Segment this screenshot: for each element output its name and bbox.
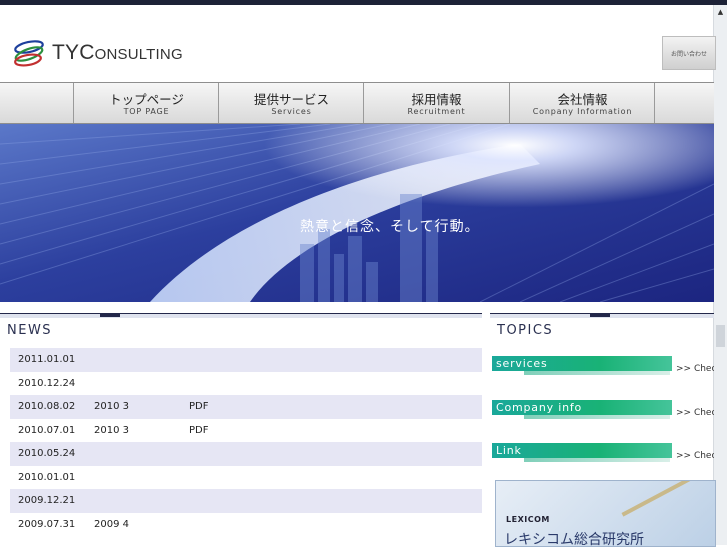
list-item[interactable]: 2010.12.24 — [10, 372, 482, 396]
news-date: 2010.07.01 — [18, 424, 76, 436]
topic-label: Link — [492, 443, 672, 458]
tyc-logo-icon — [14, 40, 44, 67]
topic-check-link[interactable]: >> Check — [676, 451, 714, 461]
news-text: 2009 4 — [94, 518, 129, 530]
topic-underline — [524, 415, 670, 419]
topic-underline — [524, 458, 670, 462]
nav-item-jp-label: 会社情報 — [557, 92, 608, 107]
hero-banner: 熱意と信念、そして行動。 — [0, 124, 714, 302]
nav-item-en-label: Recruitment — [407, 107, 466, 116]
nav-item-jp-label: 提供サービス — [253, 92, 329, 107]
list-item[interactable]: 2010.05.24 — [10, 442, 482, 466]
scrollbar-thumb[interactable] — [716, 325, 725, 347]
topic-check-link[interactable]: >> Check — [676, 364, 714, 374]
topic-underline — [524, 371, 670, 375]
news-date: 2009.07.31 — [18, 518, 76, 530]
banner-brand: LEXICOM — [506, 515, 550, 524]
list-item[interactable]: 2010.07.01 2010 3 PDF — [10, 419, 482, 443]
logo-text-rest: ONSULTING — [94, 46, 183, 63]
news-section-header: NEWS — [0, 313, 482, 345]
news-pdf-link[interactable]: PDF — [189, 401, 208, 412]
logo-text-main: TYC — [52, 41, 95, 64]
news-date: 2010.05.24 — [18, 448, 76, 460]
news-pdf-link[interactable]: PDF — [189, 425, 208, 436]
nav-item-services[interactable]: 提供サービス Services — [218, 83, 364, 123]
nav-item-en-label: Services — [271, 107, 312, 116]
topic-link[interactable]: Link >> Check — [492, 443, 714, 469]
nav-item-en-label: TOP PAGE — [123, 107, 170, 116]
news-date: 2011.01.01 — [18, 354, 76, 366]
list-item[interactable]: 2010.08.02 2010 3 PDF — [10, 395, 482, 419]
topics-section-header: TOPICS — [490, 313, 714, 345]
news-header-rule — [0, 313, 482, 318]
nav-item-company-info[interactable]: 会社情報 Conpany Information — [509, 83, 655, 123]
nav-item-jp-label: トップページ — [109, 92, 184, 107]
nav-item-top-page[interactable]: トップページ TOP PAGE — [73, 83, 219, 123]
news-list: 2011.01.01 2010.12.24 2010.08.02 2010 3 … — [10, 348, 482, 536]
logo-wordmark: TYCONSULTING — [52, 41, 183, 65]
site-logo[interactable]: TYCONSULTING — [12, 38, 183, 68]
news-title: NEWS — [7, 323, 53, 338]
nav-item-jp-label: 採用情報 — [411, 92, 462, 107]
pen-illustration — [621, 481, 715, 517]
hero-image — [0, 124, 714, 302]
banner-title: レキシコム総合研究所 — [504, 532, 644, 547]
contact-button[interactable]: お問い合わせ — [662, 36, 716, 70]
scroll-up-arrow-icon[interactable]: ▲ — [714, 5, 727, 18]
topic-services[interactable]: services >> Check — [492, 356, 714, 382]
hero-tagline: 熱意と信念、そして行動。 — [300, 219, 480, 235]
list-item[interactable]: 2010.01.01 — [10, 466, 482, 490]
list-item[interactable]: 2009.07.31 2009 4 — [10, 513, 482, 537]
news-date: 2010.12.24 — [18, 377, 76, 389]
list-item[interactable]: 2011.01.01 — [10, 348, 482, 372]
news-date: 2009.12.21 — [18, 495, 76, 507]
nav-item-en-label: Conpany Information — [532, 107, 633, 116]
topic-label: Company info — [492, 400, 672, 415]
topic-check-link[interactable]: >> Check — [676, 408, 714, 418]
lexicom-banner[interactable]: LEXICOM レキシコム総合研究所 — [495, 480, 716, 547]
nav-divider-end — [654, 83, 715, 123]
news-header-marker — [100, 313, 120, 317]
nav-item-recruitment[interactable]: 採用情報 Recruitment — [363, 83, 509, 123]
vertical-scrollbar[interactable]: ▲ — [713, 5, 727, 545]
list-item[interactable]: 2009.12.21 — [10, 489, 482, 513]
news-text: 2010 3 — [94, 401, 129, 413]
topic-label: services — [492, 356, 672, 371]
top-border-bar — [0, 0, 727, 5]
topic-company-info[interactable]: Company info >> Check — [492, 400, 714, 426]
news-date: 2010.08.02 — [18, 401, 76, 413]
topics-header-marker — [590, 313, 610, 317]
news-date: 2010.01.01 — [18, 471, 76, 483]
news-text: 2010 3 — [94, 424, 129, 436]
global-nav: トップページ TOP PAGE 提供サービス Services 採用情報 Rec… — [0, 82, 714, 124]
topics-title: TOPICS — [497, 323, 554, 338]
